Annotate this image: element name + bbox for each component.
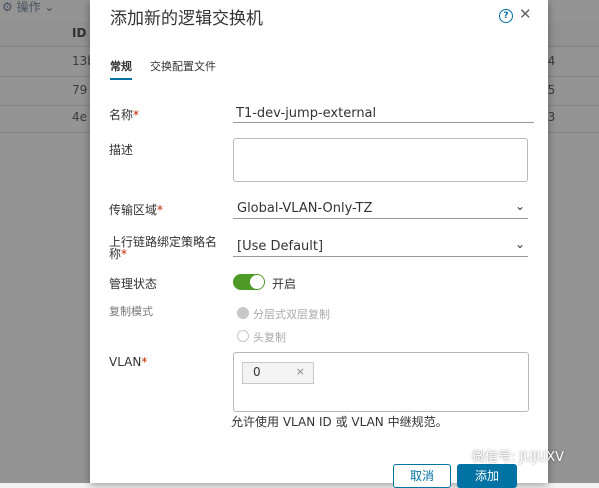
close-icon[interactable]: ✕ [519, 5, 532, 23]
description-label: 描述 [109, 143, 134, 157]
dialog-title: 添加新的逻辑交换机 [110, 9, 263, 29]
chevron-down-icon: ⌄ [514, 237, 525, 251]
wechat-icon [452, 450, 468, 462]
vlan-chip-value: 0 [253, 365, 261, 379]
vlan-chip: 0 × [242, 362, 314, 384]
transport-zone-value: Global-VLAN-Only-TZ [237, 201, 373, 216]
chevron-down-icon: ⌄ [514, 199, 525, 213]
vlan-input[interactable]: 0 × [233, 352, 529, 412]
toggle-knob [250, 275, 264, 289]
add-logical-switch-dialog: 添加新的逻辑交换机 ? ✕ 常规 交换配置文件 名称* 描述 传输区域* Glo… [90, 0, 548, 488]
add-button[interactable]: 添加 [457, 464, 517, 488]
radio-empty-icon [237, 330, 249, 342]
vlan-hint: 允许使用 VLAN ID 或 VLAN 中继规范。 [231, 415, 448, 429]
name-label: 名称* [109, 108, 140, 122]
transport-zone-label: 传输区域* [109, 203, 164, 217]
replication-option-hierarchical[interactable]: 分层式双层复制 [237, 306, 330, 322]
tab-general[interactable]: 常规 [110, 58, 132, 80]
admin-state-label: 管理状态 [109, 277, 158, 291]
uplink-policy-label: 上行链路绑定策略名 称* [109, 235, 218, 261]
tab-switching-profiles[interactable]: 交换配置文件 [150, 58, 216, 74]
admin-state-toggle-label: 开启 [272, 277, 297, 291]
replication-option-head[interactable]: 头复制 [237, 329, 286, 345]
description-textarea[interactable] [233, 138, 528, 182]
radio-selected-icon [237, 307, 249, 319]
wechat-watermark: 微信号: JUJUXV [452, 446, 564, 465]
transport-zone-select[interactable]: Global-VLAN-Only-TZ ⌄ [233, 199, 528, 219]
admin-state-toggle[interactable] [233, 274, 265, 290]
cancel-button[interactable]: 取消 [393, 464, 451, 488]
replication-mode-label: 复制模式 [109, 305, 153, 318]
vlan-label: VLAN* [109, 355, 148, 369]
uplink-policy-select[interactable]: [Use Default] ⌄ [233, 237, 528, 257]
help-icon[interactable]: ? [499, 9, 513, 23]
uplink-policy-value: [Use Default] [237, 239, 324, 254]
name-input[interactable] [233, 104, 534, 123]
remove-chip-icon[interactable]: × [296, 365, 305, 378]
